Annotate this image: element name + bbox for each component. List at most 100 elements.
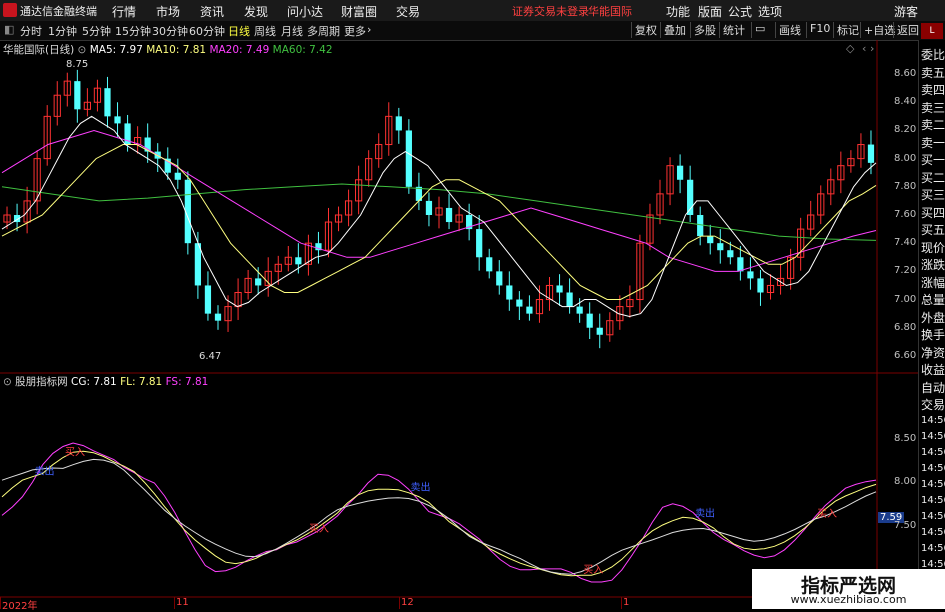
- guest-user[interactable]: 游客: [894, 3, 918, 20]
- main-legend-title: 华能国际(日线): [3, 44, 75, 56]
- candle-body: [867, 144, 875, 163]
- date-axis-label: 2022年: [2, 601, 38, 612]
- tool-back[interactable]: 返回: [893, 22, 919, 38]
- legend-cg: CG: 7.81: [71, 376, 117, 388]
- right-panel-item[interactable]: 收益: [921, 361, 945, 378]
- legend-ma10: MA10: 7.81: [146, 44, 207, 56]
- right-panel-item[interactable]: 卖二: [921, 116, 945, 133]
- right-panel-item[interactable]: 买二: [921, 169, 945, 186]
- tool-adjust[interactable]: 复权: [631, 22, 657, 38]
- menu-layout[interactable]: 版面: [698, 3, 722, 20]
- candle-body: [204, 285, 212, 314]
- chevron-right-icon[interactable]: ›: [870, 42, 874, 55]
- period-60m[interactable]: 60分钟: [189, 23, 225, 39]
- price-axis-label: 7.60: [894, 209, 917, 220]
- candle-body: [486, 257, 493, 272]
- tool-draw-icon[interactable]: ▭: [751, 22, 775, 38]
- watermark-url: www.xuezhibiao.com: [790, 593, 907, 606]
- menu-quotes[interactable]: 行情: [112, 3, 136, 20]
- right-panel-item[interactable]: 卖一: [921, 134, 945, 151]
- tool-stats[interactable]: 统计: [719, 22, 745, 38]
- tool-multistock[interactable]: 多股: [690, 22, 716, 38]
- candle-body: [174, 172, 181, 180]
- price-axis-label: 7.80: [894, 180, 917, 192]
- right-panel-item[interactable]: 自动: [921, 379, 945, 396]
- period-multi[interactable]: 多周期: [307, 23, 340, 39]
- legend-fs: FS: 7.81: [165, 376, 209, 388]
- sub-axis-label: 7.50: [894, 519, 917, 531]
- more-chevron-icon[interactable]: ›: [367, 23, 371, 36]
- sell-signal-label: 卖出: [34, 465, 54, 478]
- period-15m[interactable]: 15分钟: [115, 23, 151, 39]
- right-panel-item[interactable]: 涨幅: [921, 274, 945, 291]
- right-panel-item[interactable]: 买四: [921, 204, 945, 221]
- right-panel-item[interactable]: 卖五: [921, 64, 945, 81]
- tool-add-favorite[interactable]: +自选: [860, 22, 895, 38]
- login-status[interactable]: 证券交易未登录: [512, 3, 589, 19]
- right-panel-item[interactable]: 涨跌: [921, 256, 945, 273]
- price-axis-label: 8.40: [894, 96, 917, 108]
- buy-signal-label: 买入: [65, 447, 85, 459]
- sell-signal-label: 卖出: [695, 506, 715, 519]
- diamond-icon[interactable]: ◇: [846, 42, 854, 55]
- date-axis-tick: [174, 597, 175, 609]
- price-axis-label: 7.40: [894, 237, 917, 249]
- right-panel-item[interactable]: 交易: [921, 396, 945, 413]
- menu-news[interactable]: 资讯: [200, 3, 224, 20]
- period-day[interactable]: 日线: [228, 23, 250, 39]
- sub-legend: ⊙ 股朋指标网 CG: 7.81 FL: 7.81 FS: 7.81: [3, 374, 208, 389]
- menu-discover[interactable]: 发现: [244, 3, 268, 20]
- right-panel-item[interactable]: 买三: [921, 186, 945, 203]
- price-axis-label: 8.20: [894, 124, 917, 136]
- candle-body: [74, 81, 81, 110]
- date-axis-tick: [399, 597, 400, 609]
- legend-settings-icon[interactable]: ⊙: [78, 44, 87, 56]
- period-more[interactable]: 更多: [344, 23, 366, 39]
- period-5m[interactable]: 5分钟: [82, 23, 111, 39]
- right-panel-time: 14:56: [921, 527, 945, 538]
- right-panel-time: 14:56: [921, 447, 945, 458]
- price-axis-label: 8.60: [894, 68, 917, 80]
- menu-function[interactable]: 功能: [666, 3, 690, 20]
- menu-wealth[interactable]: 财富圈: [341, 3, 377, 20]
- menu-formula[interactable]: 公式: [728, 3, 752, 20]
- menu-options[interactable]: 选项: [758, 3, 782, 20]
- sub-legend-icon[interactable]: ⊙: [3, 376, 12, 388]
- period-tick[interactable]: 分时: [20, 23, 42, 39]
- right-panel-item[interactable]: 委比: [921, 46, 945, 63]
- legend-ma60: MA60: 7.42: [272, 44, 333, 56]
- menu-ask[interactable]: 问小达: [287, 3, 323, 20]
- candle-body: [516, 299, 523, 307]
- right-panel-time: 14:56: [921, 511, 945, 522]
- candle-body: [757, 278, 764, 293]
- right-panel-item[interactable]: 换手: [921, 326, 945, 343]
- right-panel-item[interactable]: 现价: [921, 239, 945, 256]
- candle-body: [576, 306, 583, 314]
- period-30m[interactable]: 30分钟: [152, 23, 188, 39]
- price-axis-label: 6.80: [894, 321, 917, 333]
- tool-overlay[interactable]: 叠加: [660, 22, 686, 38]
- toolbar-handle-icon: ◧: [4, 23, 15, 36]
- period-week[interactable]: 周线: [254, 23, 276, 39]
- right-panel-item[interactable]: 卖四: [921, 81, 945, 98]
- right-panel-item[interactable]: 卖三: [921, 99, 945, 116]
- level-badge[interactable]: L: [921, 23, 943, 39]
- candle-body: [707, 236, 714, 244]
- right-panel-item[interactable]: 外盘: [921, 309, 945, 326]
- tool-drawline[interactable]: 画线: [775, 22, 801, 38]
- chevron-left-icon[interactable]: ‹: [862, 42, 866, 55]
- menu-market[interactable]: 市场: [156, 3, 180, 20]
- menu-trade[interactable]: 交易: [396, 3, 420, 20]
- right-panel-item[interactable]: 总量: [921, 291, 945, 308]
- period-1m[interactable]: 1分钟: [48, 23, 77, 39]
- period-month[interactable]: 月线: [281, 23, 303, 39]
- candle-body: [676, 165, 684, 180]
- sub-legend-title: 股朋指标网: [15, 376, 68, 388]
- tool-mark[interactable]: 标记: [833, 22, 859, 38]
- candle-body: [425, 200, 433, 215]
- right-panel-item[interactable]: 买五: [921, 221, 945, 238]
- tool-f10[interactable]: F10: [806, 22, 830, 38]
- right-panel-item[interactable]: 净资: [921, 344, 945, 361]
- right-info-panel: 委比 卖五 卖四 卖三 卖二 卖一 买一 买二 买三 买四 买五 现价 涨跌 涨幅 总量 外盘 换手 净资 收益 自动…: [918, 40, 945, 602]
- right-panel-item[interactable]: 买一: [921, 151, 945, 168]
